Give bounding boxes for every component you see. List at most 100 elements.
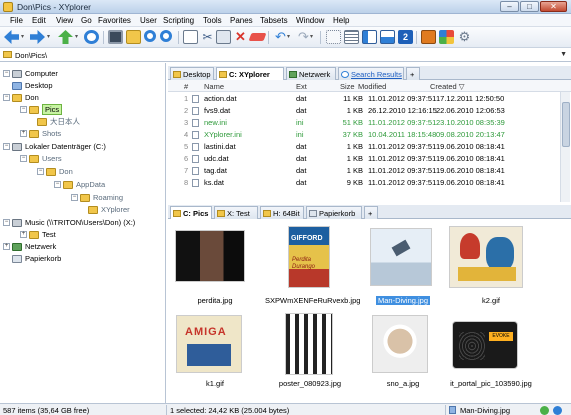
- tab-h-64bit[interactable]: H: 64Bit: [260, 206, 304, 219]
- paste-icon[interactable]: [216, 30, 231, 44]
- table-row[interactable]: 2 fvs9.dat dat 1 KB 26.12.2010 12:16:15 22.06…: [168, 105, 560, 116]
- thumbnail-item[interactable]: perdita.jpg: [170, 222, 260, 312]
- address-bar[interactable]: Don\Pics\ ▼: [0, 48, 571, 62]
- redo-icon[interactable]: ↷: [296, 30, 311, 44]
- table-row[interactable]: 1 action.dat dat 11 KB 11.01.2012 09:37:51 17…: [168, 93, 560, 104]
- computer-icon[interactable]: [108, 30, 123, 44]
- home-target-icon[interactable]: [84, 30, 99, 44]
- info-status-icon[interactable]: [553, 406, 562, 415]
- collapse-icon[interactable]: −: [37, 168, 44, 175]
- undo-icon[interactable]: ↶: [273, 30, 288, 44]
- menu-scripting[interactable]: Scripting: [163, 16, 194, 25]
- maximize-button[interactable]: □: [520, 1, 539, 12]
- redo-dropdown-icon[interactable]: ▾: [310, 30, 317, 44]
- settings-gear-icon[interactable]: ⚙: [457, 30, 472, 44]
- expand-icon[interactable]: +: [3, 243, 10, 250]
- expand-icon[interactable]: +: [20, 231, 27, 238]
- menu-window[interactable]: Window: [296, 16, 324, 25]
- expand-icon[interactable]: +: [20, 130, 27, 137]
- address-dropdown-icon[interactable]: ▼: [560, 51, 567, 58]
- column-size[interactable]: Size: [340, 82, 355, 91]
- thumbnail-pane[interactable]: perdita.jpg GIFFORD Perdita Durango SXPW…: [168, 219, 571, 403]
- close-button[interactable]: ✕: [540, 1, 567, 12]
- new-tab-button[interactable]: +: [364, 206, 378, 219]
- tree-item-test[interactable]: + Test: [20, 229, 56, 240]
- table-row[interactable]: 4 XYplorer.ini ini 37 KB 10.04.2011 18:15:48…: [168, 129, 560, 140]
- collapse-icon[interactable]: −: [3, 219, 10, 226]
- tree-item-don[interactable]: − Don: [3, 92, 39, 103]
- menu-go[interactable]: Go: [81, 16, 92, 25]
- briefcase-icon[interactable]: [421, 30, 436, 44]
- menu-help[interactable]: Help: [333, 16, 349, 25]
- search-icon[interactable]: [144, 30, 156, 42]
- ok-status-icon[interactable]: [540, 406, 549, 415]
- folder-tree[interactable]: − Computer Desktop − Don − Pics 大日本人 + Shots…: [0, 63, 166, 403]
- tree-item-shots[interactable]: + Shots: [20, 128, 61, 139]
- tree-toggle-icon[interactable]: [362, 30, 377, 44]
- tab-search-results[interactable]: Search Results: [338, 67, 404, 80]
- thumbnail-item[interactable]: AMIGA k1.gif: [170, 313, 260, 403]
- folder-icon[interactable]: [126, 30, 141, 44]
- tree-item-recycle-bin[interactable]: Papierkorb: [12, 253, 61, 264]
- undo-dropdown-icon[interactable]: ▾: [287, 30, 294, 44]
- thumbnail-item[interactable]: EVOKE it_portal_pic_103590.jpg: [446, 313, 536, 403]
- forward-arrow-icon[interactable]: [30, 30, 45, 44]
- pane-2-icon[interactable]: 2: [398, 30, 413, 44]
- address-input[interactable]: Don\Pics\: [15, 51, 47, 60]
- table-row[interactable]: 5 lastini.dat dat 1 KB 11.01.2012 09:37:51 19…: [168, 141, 560, 152]
- menu-tools[interactable]: Tools: [203, 16, 222, 25]
- find-files-icon[interactable]: [160, 30, 172, 42]
- tree-item-network[interactable]: + Netzwerk: [3, 241, 56, 252]
- tab-netzwerk[interactable]: Netzwerk: [286, 67, 336, 80]
- up-arrow-icon[interactable]: [58, 30, 73, 44]
- column-ext[interactable]: Ext: [296, 82, 307, 91]
- column-num[interactable]: #: [184, 82, 188, 91]
- collapse-icon[interactable]: −: [20, 106, 27, 113]
- scrollbar-thumb[interactable]: [562, 102, 570, 147]
- column-modified[interactable]: Modified: [358, 82, 386, 91]
- dual-pane-icon[interactable]: [380, 30, 395, 44]
- tree-item-appdata[interactable]: − AppData: [54, 179, 105, 190]
- table-row[interactable]: 3 new.ini ini 51 KB 11.01.2012 09:37:51 23.10…: [168, 117, 560, 128]
- tree-item-pics[interactable]: − Pics: [20, 104, 63, 115]
- tree-item-local-drive[interactable]: − Lokaler Datenträger (C:): [3, 141, 106, 152]
- forward-dropdown-icon[interactable]: ▾: [47, 30, 54, 44]
- menu-panes[interactable]: Panes: [230, 16, 253, 25]
- cut-icon[interactable]: ✂: [200, 30, 215, 44]
- menu-user[interactable]: User: [140, 16, 157, 25]
- column-name[interactable]: Name: [204, 82, 224, 91]
- tab-desktop[interactable]: Desktop: [170, 67, 214, 80]
- tab-c-xyplorer[interactable]: C: XYplorer: [216, 67, 284, 81]
- tree-item-computer[interactable]: − Computer: [3, 68, 58, 79]
- menu-favorites[interactable]: Favorites: [98, 16, 131, 25]
- collapse-icon[interactable]: −: [3, 143, 10, 150]
- collapse-icon[interactable]: −: [3, 70, 10, 77]
- menu-view[interactable]: View: [56, 16, 73, 25]
- details-view-icon[interactable]: [344, 30, 359, 44]
- tab-papierkorb[interactable]: Papierkorb: [306, 206, 362, 219]
- new-tab-button[interactable]: +: [406, 67, 420, 80]
- menu-tabsets[interactable]: Tabsets: [260, 16, 288, 25]
- collapse-icon[interactable]: −: [3, 94, 10, 101]
- tab-x-test[interactable]: X: Test: [214, 206, 258, 219]
- back-arrow-icon[interactable]: [4, 30, 19, 44]
- tab-c-pics[interactable]: C: Pics: [170, 206, 212, 220]
- rename-eraser-icon[interactable]: [248, 33, 267, 41]
- menu-file[interactable]: File: [10, 16, 23, 25]
- collapse-icon[interactable]: −: [54, 181, 61, 188]
- up-dropdown-icon[interactable]: ▾: [75, 30, 82, 44]
- tree-item-don-user[interactable]: − Don: [37, 166, 73, 177]
- collapse-icon[interactable]: −: [20, 155, 27, 162]
- thumbnail-item[interactable]: poster_080923.jpg: [265, 313, 355, 403]
- tree-item-music[interactable]: − Music (\\TRITON\Users\Don) (X:): [3, 217, 135, 228]
- thumbnail-item[interactable]: GIFFORD Perdita Durango SXPWmXENFeRuRvex…: [265, 222, 360, 312]
- color-filter-icon[interactable]: [439, 30, 454, 44]
- tree-item-users[interactable]: − Users: [20, 153, 62, 164]
- delete-icon[interactable]: ✕: [233, 30, 248, 44]
- minimize-button[interactable]: –: [500, 1, 519, 12]
- tree-item-desktop[interactable]: Desktop: [12, 80, 53, 91]
- column-created[interactable]: Created ▽: [430, 82, 465, 91]
- file-list-scrollbar[interactable]: [560, 92, 570, 202]
- thumbnail-item[interactable]: k2.gif: [446, 222, 536, 312]
- thumbnail-item[interactable]: Man-Diving.jpg: [358, 222, 448, 312]
